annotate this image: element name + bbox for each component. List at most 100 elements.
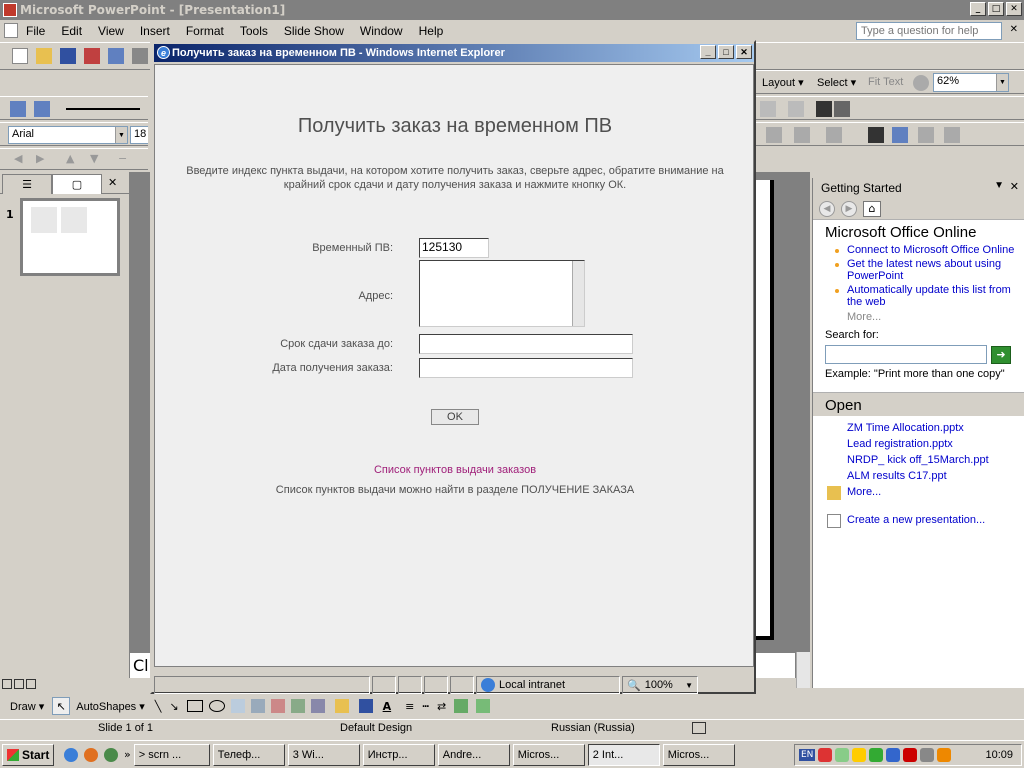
normal-view-icon[interactable] bbox=[2, 679, 12, 689]
menu-edit[interactable]: Edit bbox=[53, 24, 90, 38]
ie-quicklaunch-icon[interactable] bbox=[64, 747, 78, 762]
recolor-icon[interactable] bbox=[918, 127, 934, 143]
menu-tools[interactable]: Tools bbox=[232, 24, 276, 38]
search-go-icon[interactable]: ➜ bbox=[991, 345, 1011, 364]
brush-icon[interactable] bbox=[944, 127, 960, 143]
line-weight-icon[interactable] bbox=[868, 127, 884, 143]
tray-icon[interactable] bbox=[818, 748, 833, 762]
shadow-icon[interactable] bbox=[454, 699, 469, 713]
connect-online-link[interactable]: Connect to Microsoft Office Online bbox=[813, 243, 1024, 257]
language-indicator-tray[interactable]: EN bbox=[799, 749, 816, 761]
back-icon[interactable]: ◀ bbox=[819, 200, 835, 217]
maximize-button[interactable]: □ bbox=[988, 2, 1004, 16]
security-zone[interactable]: Local intranet bbox=[476, 676, 620, 694]
font-size-combo[interactable]: 18 bbox=[130, 126, 148, 144]
deadline-field[interactable] bbox=[419, 334, 633, 354]
edit-icon[interactable] bbox=[10, 101, 26, 117]
design-icon[interactable] bbox=[34, 101, 50, 117]
font-color-icon[interactable]: A bbox=[383, 700, 392, 713]
home-icon[interactable]: ⌂ bbox=[863, 200, 881, 217]
auto-update-link[interactable]: Automatically update this list from the … bbox=[813, 283, 1024, 309]
collapse-icon[interactable]: − bbox=[118, 152, 127, 165]
autoshapes-menu[interactable]: AutoShapes ▾ bbox=[76, 700, 145, 713]
taskbar-item[interactable]: Телеф... bbox=[212, 743, 285, 766]
ok-button[interactable]: OK bbox=[431, 409, 479, 425]
document-icon[interactable] bbox=[4, 23, 18, 38]
taskbar-item[interactable]: Andre... bbox=[437, 743, 510, 766]
tray-icon[interactable] bbox=[903, 748, 918, 762]
close-pane-icon[interactable]: ✕ bbox=[108, 176, 117, 189]
more-files-link[interactable]: More... bbox=[813, 484, 1024, 500]
layout-button[interactable]: Layout ▾ bbox=[762, 76, 804, 89]
tray-icon[interactable] bbox=[852, 748, 867, 762]
select-button[interactable]: Select ▾ bbox=[817, 76, 856, 89]
tab-outline[interactable]: ☰ bbox=[2, 174, 52, 194]
move-up-icon[interactable]: ▲ bbox=[66, 152, 74, 165]
menu-insert[interactable]: Insert bbox=[132, 24, 178, 38]
tray-icon[interactable] bbox=[869, 748, 884, 762]
close-button[interactable]: ✕ bbox=[1006, 2, 1022, 16]
latest-news-link[interactable]: Get the latest news about using PowerPoi… bbox=[813, 257, 1024, 283]
help-search-input[interactable]: Type a question for help bbox=[856, 22, 1002, 40]
recent-file-link[interactable]: ZM Time Allocation.pptx bbox=[813, 420, 1024, 436]
start-button[interactable]: Start bbox=[2, 743, 54, 766]
address-textarea[interactable] bbox=[419, 260, 585, 327]
3d-icon[interactable] bbox=[476, 699, 491, 713]
tray-icon[interactable] bbox=[920, 748, 935, 762]
diagram-icon[interactable] bbox=[270, 699, 285, 713]
promote-icon[interactable]: ◀ bbox=[14, 152, 22, 165]
gear-icon[interactable] bbox=[913, 75, 929, 91]
align-icon[interactable] bbox=[766, 127, 782, 143]
sorter-view-icon[interactable] bbox=[14, 679, 24, 689]
textbox-icon[interactable] bbox=[230, 699, 245, 713]
distribute-icon[interactable] bbox=[794, 127, 810, 143]
task-pane-dropdown-icon[interactable]: ▼ bbox=[994, 180, 1004, 191]
slideshow-view-icon[interactable] bbox=[26, 679, 36, 689]
spellcheck-icon[interactable] bbox=[692, 722, 706, 734]
open-icon[interactable] bbox=[36, 48, 52, 64]
picture-icon[interactable] bbox=[310, 699, 325, 713]
fill-color-icon[interactable] bbox=[334, 699, 349, 713]
menu-window[interactable]: Window bbox=[352, 24, 411, 38]
menu-slide-show[interactable]: Slide Show bbox=[276, 24, 352, 38]
crop-icon[interactable] bbox=[892, 127, 908, 143]
line-color-icon[interactable] bbox=[358, 699, 373, 713]
taskbar-item[interactable]: Инстр... bbox=[362, 743, 435, 766]
taskbar-item[interactable]: Micros... bbox=[662, 743, 735, 766]
line-style-menu-icon[interactable]: ≡ bbox=[405, 700, 414, 713]
save-icon[interactable] bbox=[60, 48, 76, 64]
menu-format[interactable]: Format bbox=[178, 24, 232, 38]
receive-date-field[interactable] bbox=[419, 358, 633, 378]
list-icon[interactable] bbox=[816, 101, 832, 117]
firefox-quicklaunch-icon[interactable] bbox=[84, 747, 98, 762]
minimize-button[interactable]: _ bbox=[970, 2, 986, 16]
font-name-combo[interactable]: Arial ▼ bbox=[8, 126, 128, 144]
help-close-icon[interactable]: ✕ bbox=[1010, 24, 1018, 35]
rectangle-icon[interactable] bbox=[186, 700, 203, 712]
menu-view[interactable]: View bbox=[90, 24, 132, 38]
arrow-style-icon[interactable]: ⇄ bbox=[437, 700, 446, 713]
ie-minimize-button[interactable]: _ bbox=[700, 45, 716, 59]
new-icon[interactable] bbox=[12, 48, 28, 64]
dash-style-icon[interactable]: ┅ bbox=[422, 700, 429, 713]
tab-slides[interactable]: ▢ bbox=[52, 174, 102, 194]
taskbar-item[interactable]: Micros... bbox=[512, 743, 585, 766]
ie-maximize-button[interactable]: □ bbox=[718, 45, 734, 59]
taskbar-item-active[interactable]: 2 Int... bbox=[587, 743, 660, 766]
recent-file-link[interactable]: Lead registration.pptx bbox=[813, 436, 1024, 452]
address-scrollbar[interactable] bbox=[572, 261, 584, 326]
pv-input[interactable]: 125130 bbox=[419, 238, 489, 258]
text-direction-icon[interactable] bbox=[760, 101, 776, 117]
slide-thumbnail[interactable] bbox=[20, 198, 120, 276]
notes-scrollbar[interactable] bbox=[796, 652, 810, 688]
tray-icon[interactable] bbox=[937, 748, 952, 762]
print-icon[interactable] bbox=[132, 48, 148, 64]
zoom-combo[interactable]: 62% ▼ bbox=[933, 73, 1009, 92]
draw-menu[interactable]: Draw ▾ bbox=[10, 700, 44, 713]
taskbar-item[interactable]: > scrn ... bbox=[133, 743, 210, 766]
ie-close-button[interactable]: ✕ bbox=[736, 45, 752, 59]
taskbar-item[interactable]: 3 Wi... bbox=[287, 743, 360, 766]
task-pane-search-input[interactable] bbox=[825, 345, 987, 364]
arrow-icon[interactable]: ↘ bbox=[169, 700, 178, 713]
demote-icon[interactable]: ▶ bbox=[36, 152, 44, 165]
